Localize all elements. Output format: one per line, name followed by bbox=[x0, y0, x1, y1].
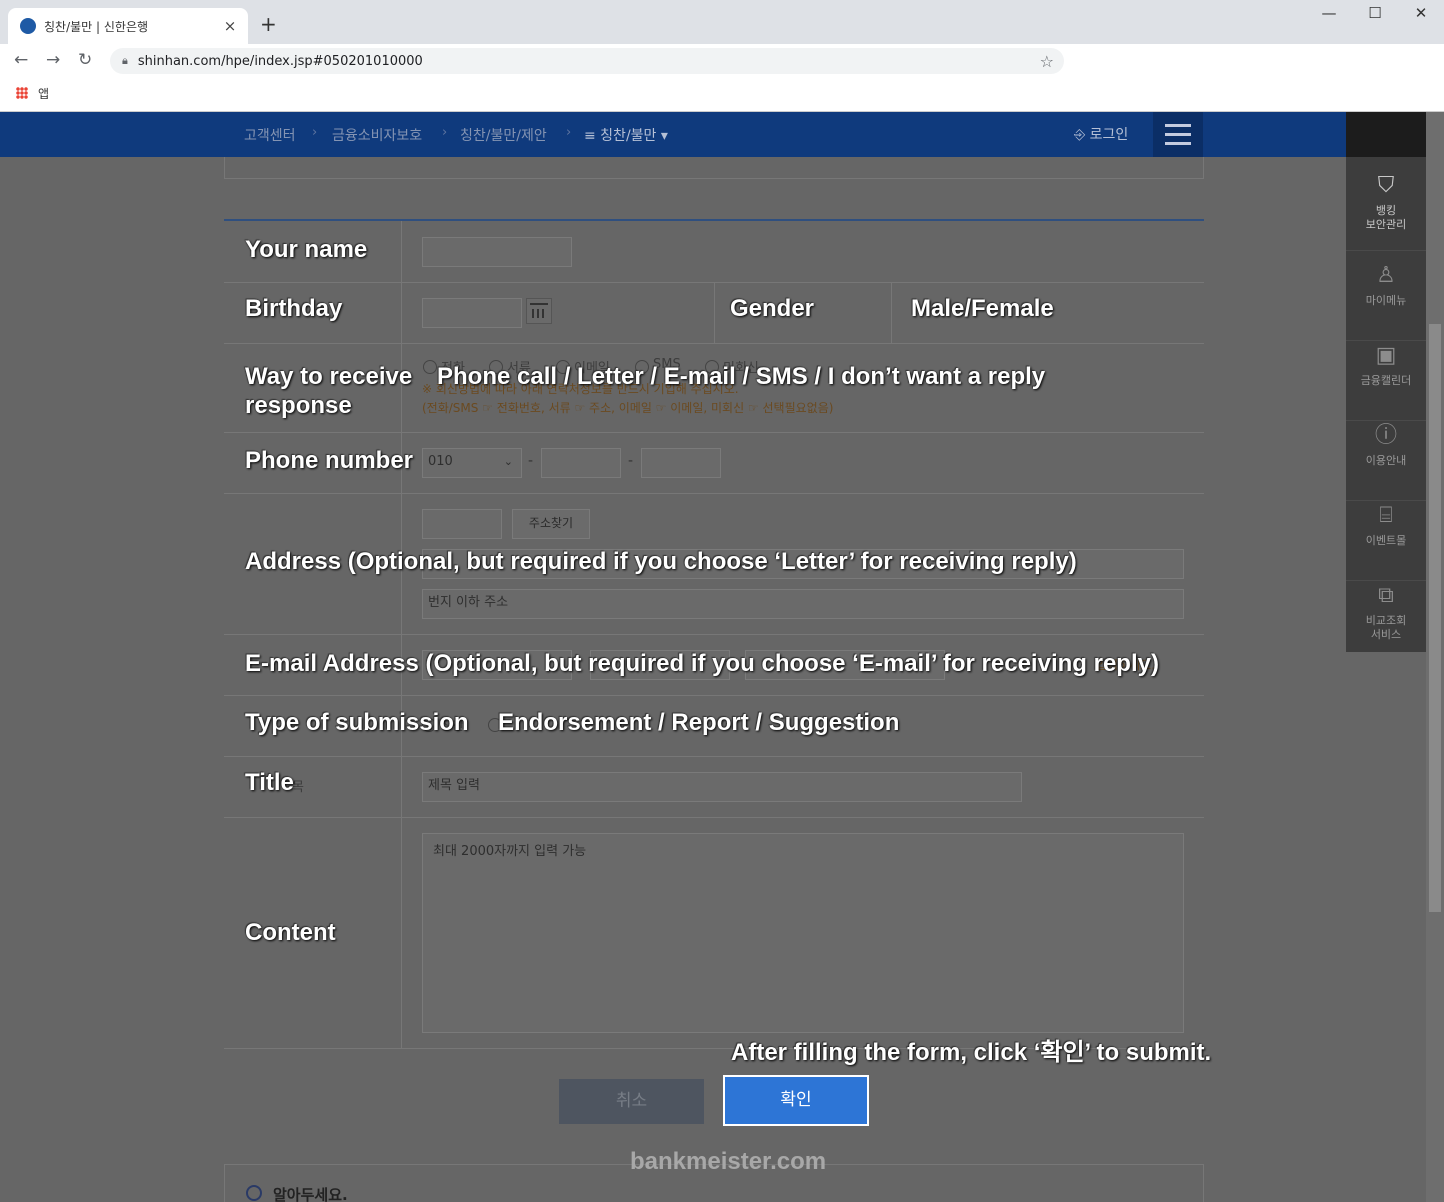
previous-section-box bbox=[224, 157, 1204, 179]
sidebar-item-label: 뱅킹 보안관리 bbox=[1365, 204, 1407, 231]
tab-close-icon[interactable]: × bbox=[222, 17, 238, 35]
minimize-button[interactable]: — bbox=[1306, 4, 1352, 22]
login-label: 로그인 bbox=[1089, 127, 1129, 143]
annotation-type-options: Endorsement / Report / Suggestion bbox=[498, 709, 900, 736]
shield-icon: ⛉ bbox=[1377, 173, 1395, 198]
sidebar-item-gift[interactable]: ⌸ 이벤트몰 bbox=[1346, 502, 1426, 548]
annotation-type: Type of submission bbox=[245, 709, 469, 736]
form-top-border bbox=[224, 219, 1204, 221]
annotation-content: Content bbox=[245, 919, 336, 946]
bookmarks-bar: 앱 bbox=[0, 78, 1444, 112]
bookmark-star-icon[interactable]: ☆ bbox=[1040, 52, 1054, 71]
back-icon[interactable]: ← bbox=[14, 50, 28, 70]
browser-toolbar: ← → ↻ 🔒︎ shinhan.com/hpe/index.jsp#05020… bbox=[0, 44, 1444, 78]
site-favicon-icon bbox=[20, 18, 36, 34]
sidebar-item-compare[interactable]: ⧉ 비교조회 서비스 bbox=[1346, 582, 1426, 642]
cancel-button[interactable]: 취소 bbox=[559, 1079, 704, 1124]
calendar-icon: ▣ bbox=[1375, 343, 1397, 368]
login-button[interactable]: ⎆ 로그인 bbox=[1074, 124, 1128, 144]
breadcrumb-current-dropdown[interactable]: ≡ 칭찬/불만 ▾ bbox=[584, 125, 668, 145]
phone-last-input[interactable] bbox=[641, 448, 721, 478]
receive-note-2: (전화/SMS ☞ 전화번호, 서류 ☞ 주소, 이메일 ☞ 이메일, 미회신 … bbox=[422, 401, 834, 415]
confirm-button[interactable]: 확인 bbox=[723, 1075, 869, 1126]
sidebar-item-label: 금융캘린더 bbox=[1360, 374, 1412, 387]
annotation-phone: Phone number bbox=[245, 447, 414, 474]
bookmark-apps[interactable]: 앱 bbox=[38, 85, 49, 102]
phone-prefix-select[interactable]: 010 ⌄ bbox=[422, 448, 522, 478]
address-search-button[interactable]: 주소찾기 bbox=[512, 509, 590, 539]
sidebar-item-info[interactable]: ⓘ 이용안내 bbox=[1346, 422, 1426, 468]
annotation-way-options: Phone call / Letter / E-mail / SMS / I d… bbox=[437, 363, 1046, 390]
sidebar-item-calendar[interactable]: ▣ 금융캘린더 bbox=[1346, 342, 1426, 388]
content-textarea[interactable]: 최대 2000자까지 입력 가능 bbox=[422, 833, 1184, 1033]
person-icon: ♙ bbox=[1376, 263, 1396, 288]
breadcrumb-feedback[interactable]: 칭찬/불만/제안 bbox=[460, 125, 547, 145]
sidebar-item-label: 이용안내 bbox=[1365, 454, 1407, 467]
notice-heading: 알아두세요. bbox=[273, 1186, 348, 1202]
menu-hamburger-icon[interactable] bbox=[1153, 112, 1203, 157]
browser-tab[interactable]: 칭찬/불만 | 신한은행 × bbox=[8, 8, 248, 44]
login-icon: ⎆ bbox=[1074, 127, 1086, 143]
annotation-way-line2: response bbox=[245, 392, 352, 419]
breadcrumb-separator: › bbox=[312, 125, 318, 140]
apps-grid-icon[interactable] bbox=[16, 87, 28, 99]
web-page: 고객센터 › 금융소비자보호 › 칭찬/불만/제안 › ≡ 칭찬/불만 ▾ ⎆ … bbox=[0, 112, 1444, 1202]
new-tab-button[interactable]: + bbox=[260, 12, 277, 36]
scrollbar-thumb[interactable] bbox=[1429, 324, 1441, 912]
title-input[interactable]: 제목 입력 bbox=[422, 772, 1022, 802]
annotation-email: E-mail Address (Optional, but required i… bbox=[245, 650, 1159, 677]
sidebar-item-label: 비교조회 서비스 bbox=[1365, 614, 1407, 641]
sidebar-item-label: 이벤트몰 bbox=[1365, 534, 1407, 547]
sidebar-item-person[interactable]: ♙ 마이메뉴 bbox=[1346, 262, 1426, 308]
annotation-address: Address (Optional, but required if you c… bbox=[245, 548, 1077, 575]
gift-icon: ⌸ bbox=[1379, 503, 1393, 528]
lock-icon: 🔒︎ bbox=[122, 54, 128, 67]
chevron-down-icon: ⌄ bbox=[503, 455, 513, 468]
sidebar-item-label: 마이메뉴 bbox=[1365, 294, 1407, 307]
breadcrumb-separator: › bbox=[442, 125, 448, 140]
tab-title: 칭찬/불만 | 신한은행 bbox=[44, 19, 149, 34]
watermark: bankmeister.com bbox=[630, 1148, 827, 1175]
info-icon: ⓘ bbox=[1374, 423, 1397, 448]
annotation-birthday: Birthday bbox=[245, 295, 343, 322]
annotation-name: Your name bbox=[245, 236, 368, 263]
phone-middle-input[interactable] bbox=[541, 448, 621, 478]
birthday-input[interactable] bbox=[422, 298, 522, 328]
postcode-input[interactable] bbox=[422, 509, 502, 539]
annotation-way-line1: Way to receive bbox=[245, 363, 413, 390]
browser-tab-strip: 칭찬/불만 | 신한은행 × + — ☐ ✕ bbox=[0, 0, 1444, 44]
annotation-gender-value: Male/Female bbox=[911, 295, 1054, 322]
url-text[interactable]: shinhan.com/hpe/index.jsp#050201010000 bbox=[138, 54, 1040, 69]
annotation-submit-hint: After filling the form, click ‘확인’ to su… bbox=[731, 1039, 1212, 1066]
close-window-button[interactable]: ✕ bbox=[1398, 4, 1444, 22]
annotation-gender: Gender bbox=[730, 295, 815, 322]
annotation-title: Title bbox=[245, 769, 294, 796]
site-top-bar: 고객센터 › 금융소비자보호 › 칭찬/불만/제안 › ≡ 칭찬/불만 ▾ ⎆ … bbox=[0, 112, 1346, 157]
breadcrumb-customer-center[interactable]: 고객센터 bbox=[244, 125, 296, 145]
address-detail-input[interactable]: 번지 이하 주소 bbox=[422, 589, 1184, 619]
forward-icon[interactable]: → bbox=[46, 50, 60, 70]
breadcrumb-separator: › bbox=[566, 125, 572, 140]
maximize-button[interactable]: ☐ bbox=[1352, 4, 1398, 22]
sidebar-item-shield[interactable]: ⛉ 뱅킹 보안관리 bbox=[1346, 172, 1426, 232]
compare-icon: ⧉ bbox=[1378, 583, 1394, 608]
check-circle-icon bbox=[246, 1185, 262, 1201]
reload-icon[interactable]: ↻ bbox=[78, 50, 92, 70]
breadcrumb-consumer-protection[interactable]: 금융소비자보호 bbox=[332, 125, 422, 145]
address-bar[interactable]: 🔒︎ shinhan.com/hpe/index.jsp#05020101000… bbox=[110, 48, 1064, 74]
calendar-icon[interactable] bbox=[526, 298, 552, 324]
name-input[interactable] bbox=[422, 237, 572, 267]
